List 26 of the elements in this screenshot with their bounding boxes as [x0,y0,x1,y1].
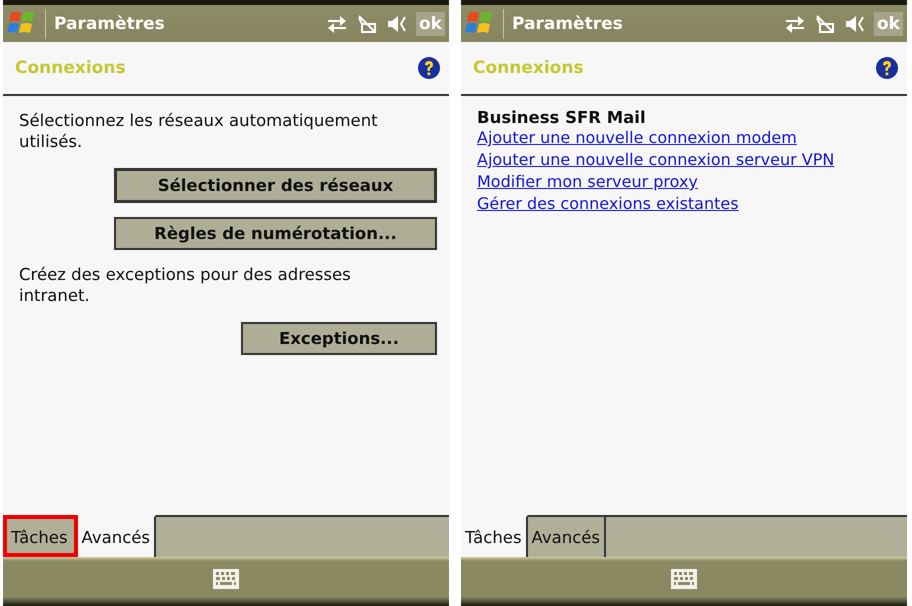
instruction-text: Sélectionnez les réseaux automatiquement utilisés. [19,110,379,152]
settings-link[interactable]: Ajouter une nouvelle connexion serveur VPN [477,149,895,171]
page-heading: Connexions [15,58,126,78]
tab[interactable]: Tâches [3,515,78,557]
keyboard-icon[interactable] [671,569,697,589]
keyboard-icon[interactable] [213,569,239,589]
speaker-icon[interactable] [386,14,408,34]
no-signal-icon[interactable] [356,14,378,34]
settings-link[interactable]: Ajouter une nouvelle connexion modem [477,127,895,149]
action-button[interactable]: Sélectionner des réseaux [114,168,437,203]
instruction-text: Créez des exceptions pour des adresses intranet. [19,264,352,306]
settings-link[interactable]: Gérer des connexions existantes [477,193,895,215]
help-icon[interactable] [875,56,899,80]
page-heading: Connexions [473,58,584,78]
no-signal-icon[interactable] [814,14,836,34]
speaker-icon[interactable] [844,14,866,34]
connectivity-arrows-icon[interactable] [326,14,348,34]
action-button[interactable]: Règles de numérotation... [114,217,437,250]
help-icon[interactable] [417,56,441,80]
section-heading: Business SFR Mail [477,108,647,127]
tab[interactable]: Avancés [528,515,606,557]
action-button[interactable]: Exceptions... [241,322,437,355]
connectivity-arrows-icon[interactable] [784,14,806,34]
window-title: Paramètres [54,14,166,34]
window-title: Paramètres [512,14,624,34]
settings-link[interactable]: Modifier mon serveur proxy [477,171,895,193]
